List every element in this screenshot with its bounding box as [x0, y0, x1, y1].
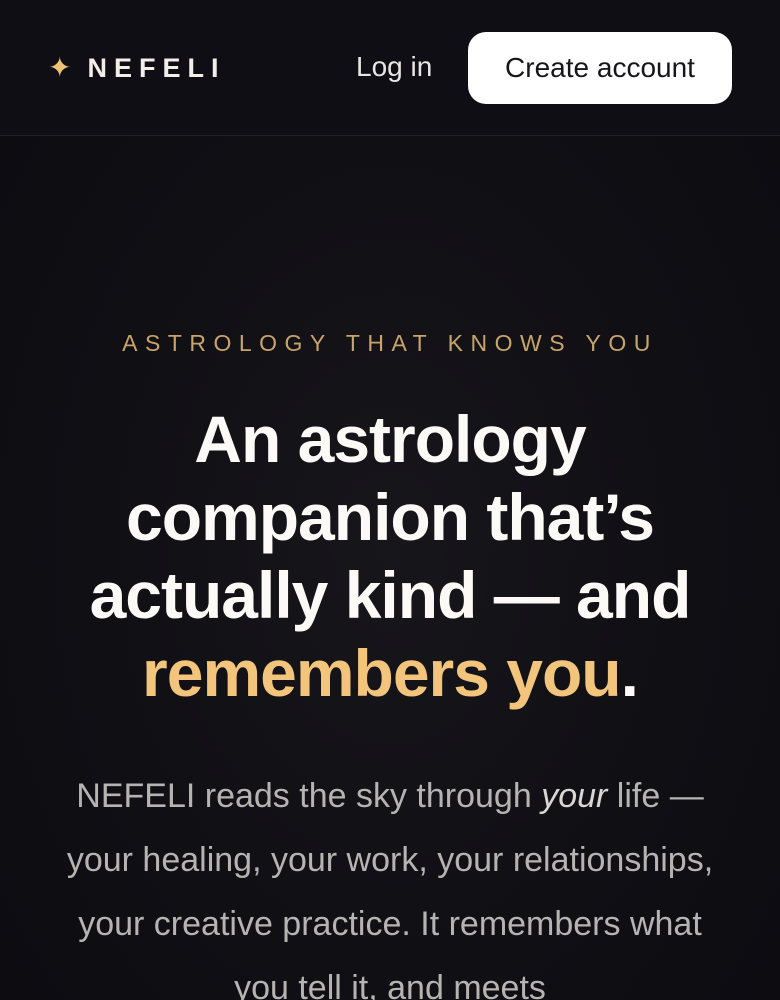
headline-main-text: An astrology companion that’s actually k…: [89, 402, 692, 632]
hero-description: NEFELI reads the sky through your life —…: [50, 764, 730, 1000]
description-emphasis: your: [541, 777, 608, 815]
description-part-1: NEFELI reads the sky through: [76, 777, 532, 815]
brand-logo[interactable]: ✦ NEFELI: [48, 48, 225, 88]
headline-period: .: [620, 636, 639, 710]
headline-accent-text: remembers you: [142, 636, 622, 710]
hero-headline: An astrology companion that’s actually k…: [20, 400, 760, 712]
four-pointed-star-icon: ✦: [48, 51, 72, 84]
create-account-button[interactable]: Create account: [468, 32, 732, 104]
hero-eyebrow: ASTROLOGY THAT KNOWS YOU: [122, 330, 658, 356]
brand-name: NEFELI: [87, 52, 226, 83]
login-link[interactable]: Log in: [356, 48, 432, 86]
top-nav: ✦ NEFELI Log in Create account: [0, 0, 780, 136]
